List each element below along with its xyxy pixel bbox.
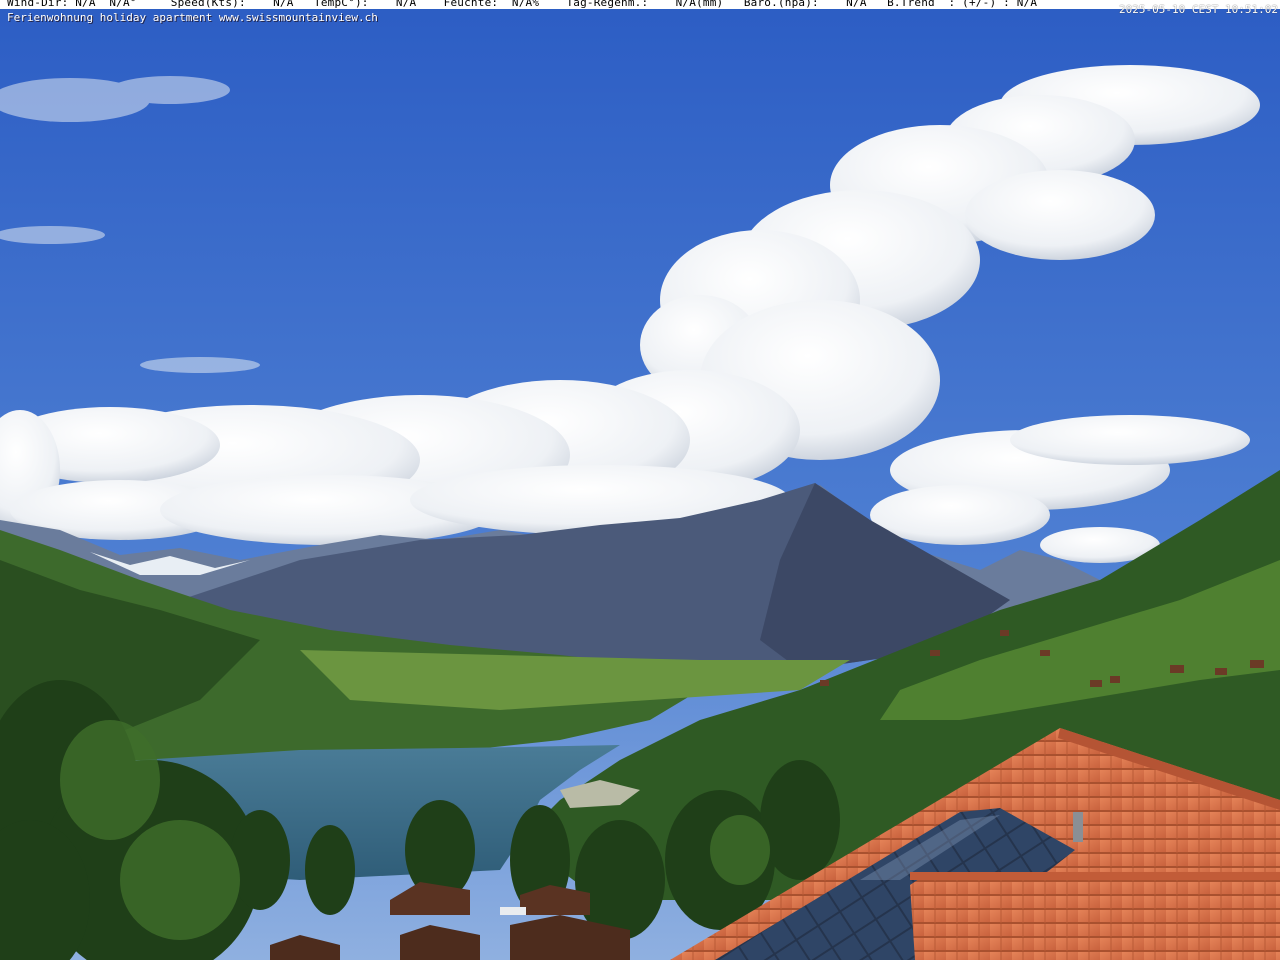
lower-roof-edge — [910, 872, 1280, 880]
timestamp: 2025-05-10 CEST 10:51:02 — [1119, 3, 1278, 16]
chimney-vent — [1073, 812, 1083, 842]
webcam-caption: Ferienwohnung holiday apartment www.swis… — [7, 11, 378, 24]
weather-readout: Wind-Dir: N/A N/A° Speed(Kts): N/A TempC… — [7, 0, 1038, 9]
webcam-scene — [0, 0, 1280, 960]
lower-roof — [910, 875, 1280, 960]
